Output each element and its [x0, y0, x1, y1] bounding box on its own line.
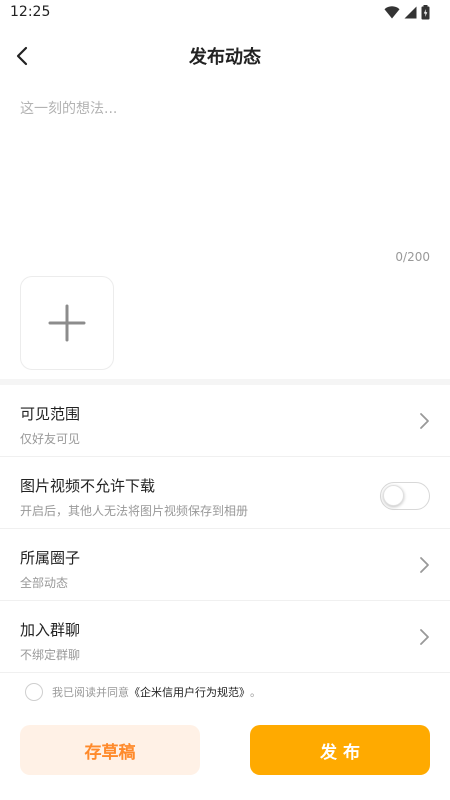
toggle-knob — [383, 485, 404, 506]
visibility-row[interactable]: 可见范围 仅好友可见 — [0, 385, 450, 457]
no-download-row: 图片视频不允许下载 开启后，其他人无法将图片视频保存到相册 — [0, 457, 450, 529]
no-download-title: 图片视频不允许下载 — [20, 477, 156, 495]
add-media-button[interactable] — [20, 276, 114, 370]
chevron-right-icon — [420, 629, 429, 645]
chevron-right-icon — [420, 413, 429, 429]
group-chat-row[interactable]: 加入群聊 不绑定群聊 — [0, 601, 450, 673]
status-bar: 12:25 — [0, 0, 450, 26]
circle-value: 全部动态 — [20, 576, 69, 590]
circle-row[interactable]: 所属圈子 全部动态 — [0, 529, 450, 601]
agreement-suffix: 。 — [250, 686, 261, 699]
chevron-right-icon — [420, 557, 429, 573]
group-chat-title: 加入群聊 — [20, 621, 81, 639]
agreement-checkbox[interactable] — [25, 683, 43, 701]
agreement: 我已阅读并同意 《企米信用户行为规范》 。 — [25, 683, 261, 701]
visibility-title: 可见范围 — [20, 405, 81, 423]
signal-icon — [404, 6, 417, 19]
char-count: 0/200 — [395, 250, 430, 264]
header: 发布动态 — [0, 26, 450, 86]
agreement-prefix: 我已阅读并同意 — [52, 686, 129, 699]
agreement-link[interactable]: 《企米信用户行为规范》 — [129, 684, 250, 700]
no-download-toggle[interactable] — [380, 482, 430, 510]
page-title: 发布动态 — [189, 47, 261, 68]
status-icons — [384, 5, 430, 20]
save-draft-button[interactable]: 存草稿 — [20, 725, 200, 775]
no-download-desc: 开启后，其他人无法将图片视频保存到相册 — [20, 504, 249, 518]
circle-title: 所属圈子 — [20, 549, 81, 567]
thought-input[interactable] — [20, 98, 430, 238]
plus-icon — [48, 304, 86, 342]
group-chat-value: 不绑定群聊 — [20, 648, 81, 662]
settings-list: 可见范围 仅好友可见 图片视频不允许下载 开启后，其他人无法将图片视频保存到相册… — [0, 385, 450, 673]
visibility-value: 仅好友可见 — [20, 432, 81, 446]
status-time: 12:25 — [10, 4, 51, 20]
wifi-icon — [384, 6, 400, 19]
battery-charging-icon — [421, 5, 430, 20]
publish-button[interactable]: 发 布 — [250, 725, 430, 775]
